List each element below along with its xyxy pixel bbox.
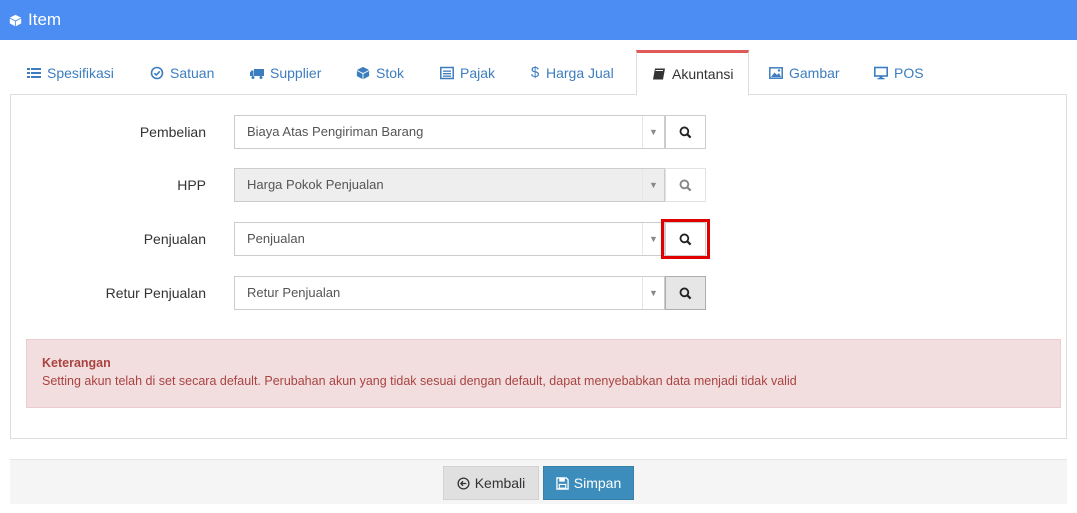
tab-satuan[interactable]: Satuan — [150, 50, 214, 95]
penjualan-search-button[interactable] — [665, 222, 706, 256]
pembelian-row: Pembelian Biaya Atas Pengiriman Barang ▼ — [11, 115, 1068, 149]
monitor-icon — [874, 66, 888, 79]
penjualan-select[interactable]: Penjualan ▼ — [234, 222, 665, 256]
tab-label: Pajak — [460, 64, 496, 81]
tab-label: POS — [894, 64, 924, 81]
cube-icon — [9, 14, 22, 26]
check-circle-icon — [150, 66, 164, 79]
dollar-icon: $ — [530, 63, 540, 81]
tab-harga-jual[interactable]: $ Harga Jual — [530, 50, 614, 95]
tab-akuntansi[interactable]: Akuntansi — [636, 50, 750, 96]
back-button[interactable]: Kembali — [443, 466, 539, 500]
caret-down-icon: ▼ — [642, 116, 664, 148]
caret-down-icon: ▼ — [642, 277, 664, 309]
save-label: Simpan — [573, 475, 622, 491]
caret-down-icon: ▼ — [642, 169, 664, 201]
list-icon — [27, 67, 41, 78]
list-alt-icon — [440, 66, 454, 79]
akuntansi-panel: Pembelian Biaya Atas Pengiriman Barang ▼… — [10, 94, 1067, 439]
cube-icon — [356, 66, 370, 79]
arrow-left-circle-icon — [457, 476, 470, 490]
truck-icon — [250, 68, 264, 79]
search-icon — [679, 126, 692, 138]
tab-label: Satuan — [170, 64, 215, 81]
retur-label: Retur Penjualan — [105, 285, 206, 301]
alert-message: Setting akun telah di set secara default… — [42, 374, 797, 388]
tab-label: Harga Jual — [546, 64, 614, 81]
hpp-select: Harga Pokok Penjualan ▼ — [234, 168, 665, 202]
tab-supplier[interactable]: Supplier — [250, 50, 321, 95]
tab-label: Gambar — [789, 64, 840, 81]
tab-pajak[interactable]: Pajak — [440, 50, 495, 95]
caret-down-icon: ▼ — [642, 223, 664, 255]
tab-label: Akuntansi — [672, 66, 734, 82]
tab-gambar[interactable]: Gambar — [769, 50, 840, 95]
back-label: Kembali — [474, 475, 526, 491]
penjualan-row: Penjualan Penjualan ▼ — [11, 219, 1068, 259]
tab-spesifikasi[interactable]: Spesifikasi — [27, 50, 114, 95]
pembelian-value: Biaya Atas Pengiriman Barang — [247, 124, 424, 139]
hpp-search-button — [665, 168, 706, 202]
pembelian-search-button[interactable] — [665, 115, 706, 149]
tab-label: Supplier — [270, 64, 322, 81]
hpp-value: Harga Pokok Penjualan — [247, 177, 384, 192]
floppy-disk-icon — [556, 476, 569, 490]
book-icon — [653, 68, 665, 80]
hpp-label: HPP — [177, 177, 206, 193]
retur-search-button[interactable] — [665, 276, 706, 310]
retur-select[interactable]: Retur Penjualan ▼ — [234, 276, 665, 310]
penjualan-label: Penjualan — [143, 231, 206, 247]
tab-stok[interactable]: Stok — [356, 50, 404, 95]
hpp-row: HPP Harga Pokok Penjualan ▼ — [11, 168, 1068, 202]
window-header: Item — [0, 0, 1077, 40]
search-icon — [679, 179, 692, 191]
tab-bar: Spesifikasi Satuan Supplier Stok Pajak $… — [10, 50, 1067, 96]
search-icon — [679, 233, 692, 245]
form-footer: Kembali Simpan — [10, 459, 1067, 504]
tab-label: Stok — [376, 64, 405, 81]
tab-pos[interactable]: POS — [874, 50, 924, 95]
retur-row: Retur Penjualan Retur Penjualan ▼ — [11, 276, 1068, 310]
search-icon — [679, 287, 692, 299]
alert-title: Keterangan — [42, 356, 111, 370]
save-button[interactable]: Simpan — [543, 466, 634, 500]
window-title: Item — [28, 10, 62, 29]
penjualan-value: Penjualan — [247, 231, 305, 246]
info-alert: Keterangan Setting akun telah di set sec… — [26, 339, 1061, 408]
pembelian-label: Pembelian — [139, 124, 206, 140]
retur-value: Retur Penjualan — [247, 285, 341, 300]
tab-label: Spesifikasi — [47, 64, 114, 81]
image-icon — [769, 66, 783, 79]
pembelian-select[interactable]: Biaya Atas Pengiriman Barang ▼ — [234, 115, 665, 149]
